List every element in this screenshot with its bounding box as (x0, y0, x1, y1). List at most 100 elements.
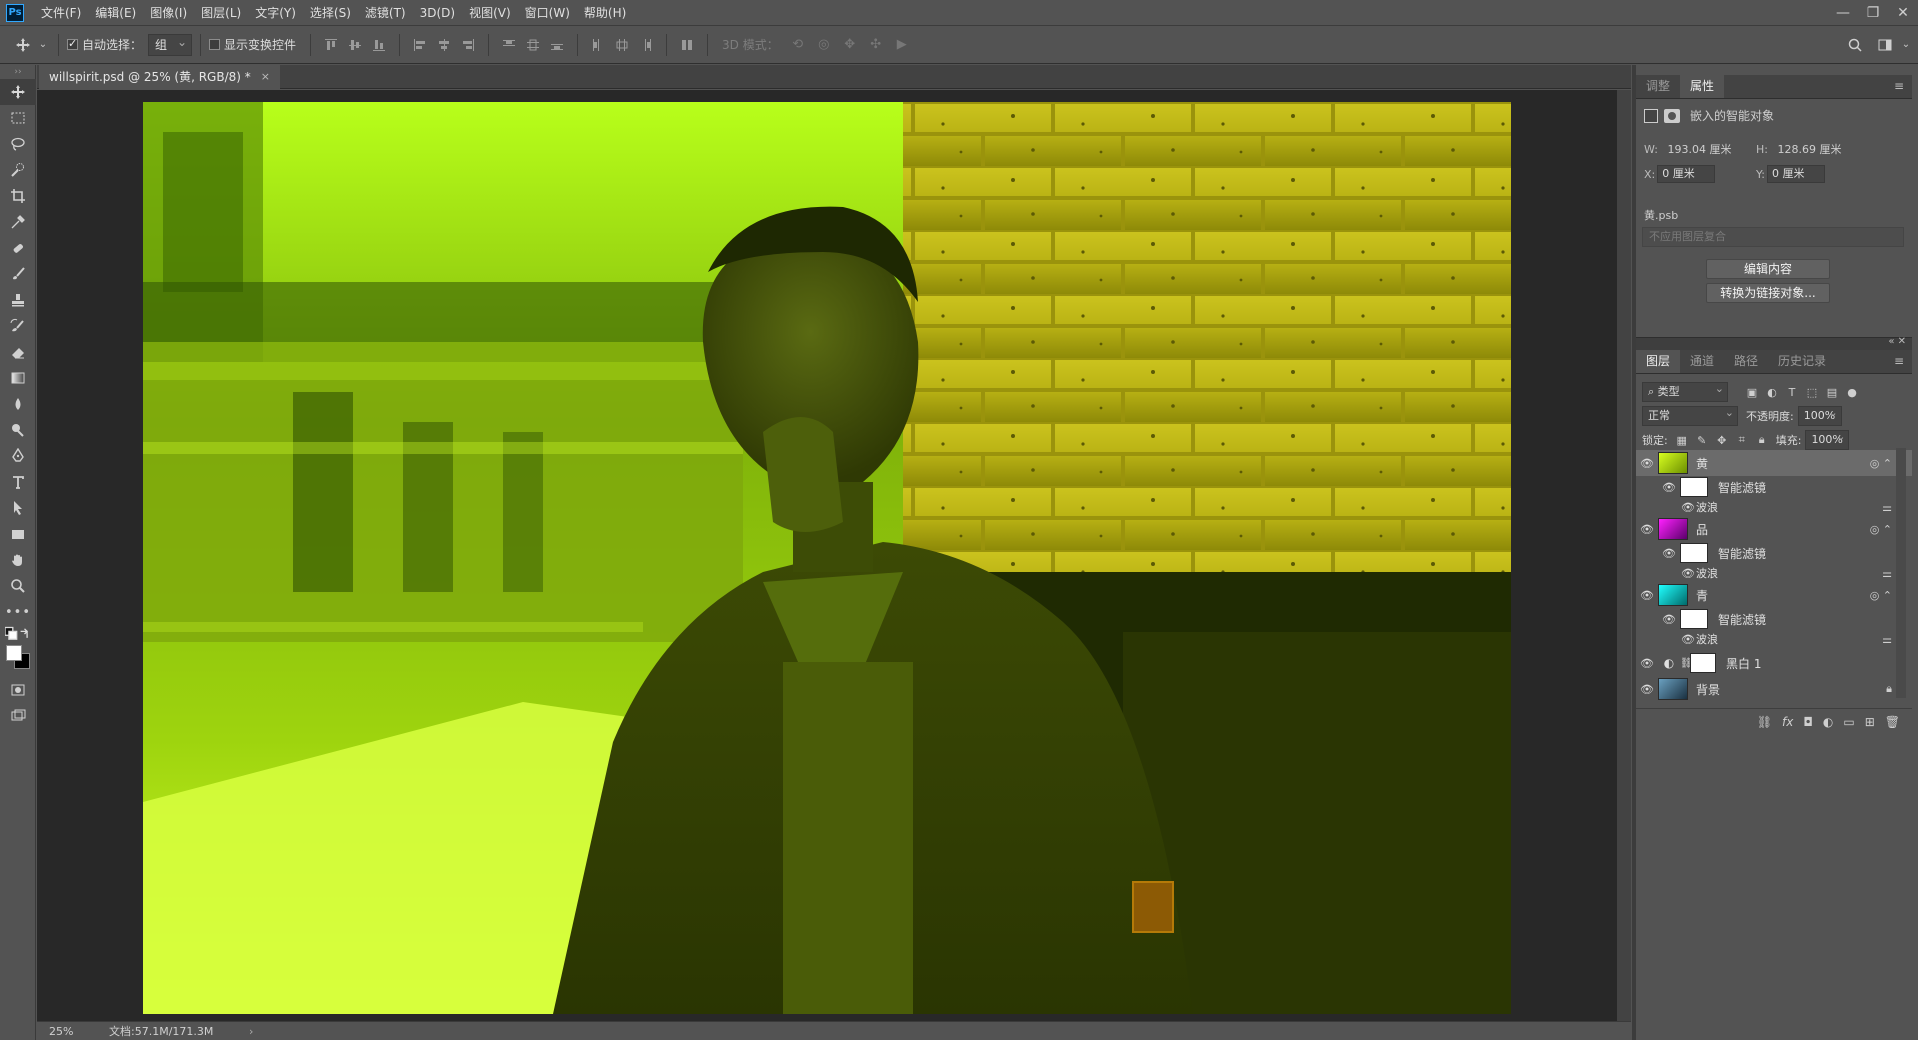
tab-properties[interactable]: 属性 (1680, 75, 1725, 98)
visibility-eye-icon[interactable]: 👁︎ (1636, 657, 1658, 670)
eyedropper-tool[interactable] (0, 209, 36, 235)
menu-view[interactable]: 视图(V) (462, 0, 518, 26)
tab-history[interactable]: 历史记录 (1768, 350, 1836, 373)
lock-transparent-icon[interactable]: ▦ (1672, 434, 1692, 447)
align-bottom-icon[interactable] (370, 36, 388, 54)
distribute-bottom-icon[interactable] (548, 36, 566, 54)
height-value[interactable]: 128.69 厘米 (1777, 143, 1841, 156)
align-top-icon[interactable] (322, 36, 340, 54)
y-input[interactable]: 0 厘米 (1766, 165, 1825, 183)
align-right-icon[interactable] (459, 36, 477, 54)
lasso-tool[interactable] (0, 131, 36, 157)
lock-image-icon[interactable]: ✎ (1692, 434, 1712, 447)
layer-row-cyan[interactable]: 👁︎ 青 ◎ ⌃ (1636, 582, 1912, 608)
new-adjustment-icon[interactable]: ◐ (1823, 715, 1833, 729)
visibility-eye-icon[interactable]: 👁︎ (1636, 683, 1658, 696)
filter-effect-row[interactable]: 👁︎ 波浪 ⚌ (1636, 498, 1912, 516)
opacity-input[interactable]: 100% (1797, 404, 1842, 426)
status-menu-arrow-icon[interactable]: › (249, 1025, 253, 1038)
foreground-color-swatch[interactable] (6, 645, 22, 661)
search-icon[interactable] (1844, 34, 1866, 56)
edit-contents-button[interactable]: 编辑内容 (1706, 259, 1830, 279)
filter-options-icon[interactable]: ⚌ (1882, 501, 1892, 514)
visibility-eye-icon[interactable]: 👁︎ (1658, 481, 1680, 494)
distribute-vcenter-icon[interactable] (524, 36, 542, 54)
smart-filter-row[interactable]: 👁︎ 智能滤镜 (1636, 542, 1912, 564)
smart-filter-row[interactable]: 👁︎ 智能滤镜 (1636, 608, 1912, 630)
type-tool[interactable] (0, 469, 36, 495)
filter-toggle-icon[interactable]: ● (1842, 386, 1862, 399)
document-tab[interactable]: willspirit.psd @ 25% (黄, RGB/8) * × (39, 65, 280, 89)
menu-edit[interactable]: 编辑(E) (88, 0, 143, 26)
filter-shape-icon[interactable]: ⬚ (1802, 386, 1822, 399)
workspace-icon[interactable] (1874, 34, 1896, 56)
3d-slide-icon[interactable]: ✣ (865, 34, 887, 56)
delete-layer-icon[interactable]: 🗑︎ (1885, 715, 1900, 729)
layer-name[interactable]: 品 (1696, 521, 1708, 538)
distribute-top-icon[interactable] (500, 36, 518, 54)
new-group-icon[interactable]: ▭ (1843, 715, 1854, 729)
dodge-tool[interactable] (0, 417, 36, 443)
3d-orbit-icon[interactable]: ⟲ (787, 34, 809, 56)
filter-mask-thumbnail[interactable] (1680, 477, 1708, 497)
smart-filter-toggle-icon[interactable]: ◎ ⌃ (1870, 523, 1892, 536)
screen-mode-icon[interactable] (0, 703, 36, 729)
eraser-tool[interactable] (0, 339, 36, 365)
panel-menu-icon[interactable]: ≡ (1894, 79, 1904, 93)
distribute-left-icon[interactable] (589, 36, 607, 54)
minimize-button[interactable]: — (1828, 0, 1858, 26)
align-vcenter-icon[interactable] (346, 36, 364, 54)
blur-tool[interactable] (0, 391, 36, 417)
layer-name[interactable]: 黄 (1696, 455, 1708, 472)
fill-input[interactable]: 100% (1805, 428, 1850, 450)
3d-scale-icon[interactable]: ▶ (891, 34, 913, 56)
marquee-tool[interactable] (0, 105, 36, 131)
add-mask-icon[interactable]: ◘ (1803, 715, 1813, 729)
filter-effect-row[interactable]: 👁︎ 波浪 ⚌ (1636, 564, 1912, 582)
move-tool-icon[interactable] (12, 34, 34, 56)
crop-tool[interactable] (0, 183, 36, 209)
filter-options-icon[interactable]: ⚌ (1882, 633, 1892, 646)
x-input[interactable]: 0 厘米 (1657, 165, 1716, 183)
filter-options-icon[interactable]: ⚌ (1882, 567, 1892, 580)
layer-mask-thumbnail[interactable] (1690, 653, 1716, 673)
auto-select-dropdown[interactable]: 组 (148, 32, 193, 56)
gradient-tool[interactable] (0, 365, 36, 391)
layer-name[interactable]: 黑白 1 (1726, 655, 1761, 672)
menu-file[interactable]: 文件(F) (34, 0, 88, 26)
tab-layers[interactable]: 图层 (1636, 350, 1681, 373)
fx-icon[interactable]: fx (1782, 715, 1793, 729)
color-swatches[interactable] (0, 643, 36, 677)
distribute-hcenter-icon[interactable] (613, 36, 631, 54)
show-transform-checkbox[interactable] (209, 39, 221, 50)
menu-window[interactable]: 窗口(W) (518, 0, 577, 26)
layer-name[interactable]: 背景 (1696, 681, 1720, 698)
align-hcenter-icon[interactable] (435, 36, 453, 54)
healing-brush-tool[interactable] (0, 235, 36, 261)
auto-align-icon[interactable] (678, 36, 696, 54)
filter-adjustment-icon[interactable]: ◐ (1762, 386, 1782, 399)
visibility-eye-icon[interactable]: 👁︎ (1680, 633, 1696, 646)
link-layers-icon[interactable]: ⛓︎ (1757, 715, 1772, 729)
quick-mask-icon[interactable] (0, 677, 36, 703)
width-value[interactable]: 193.04 厘米 (1667, 143, 1731, 156)
smart-filter-row[interactable]: 👁︎ 智能滤镜 (1636, 476, 1912, 498)
menu-image[interactable]: 图像(I) (143, 0, 194, 26)
chain-link-icon[interactable]: ⛓︎ (1680, 658, 1693, 669)
filter-smart-object-icon[interactable]: ▤ (1822, 386, 1842, 399)
menu-filter[interactable]: 滤镜(T) (358, 0, 413, 26)
filter-mask-thumbnail[interactable] (1680, 543, 1708, 563)
visibility-eye-icon[interactable]: 👁︎ (1636, 589, 1658, 602)
visibility-eye-icon[interactable]: 👁︎ (1680, 501, 1696, 514)
filter-effect-row[interactable]: 👁︎ 波浪 ⚌ (1636, 630, 1912, 648)
smart-filter-toggle-icon[interactable]: ◎ ⌃ (1870, 457, 1892, 470)
tool-preset-chevron-icon[interactable]: ⌄ (38, 34, 48, 56)
lock-artboard-icon[interactable]: ⌗ (1732, 433, 1752, 447)
tab-channels[interactable]: 通道 (1680, 350, 1724, 373)
lock-all-icon[interactable]: 🔒︎ (1752, 433, 1772, 447)
visibility-eye-icon[interactable]: 👁︎ (1658, 547, 1680, 560)
document-image[interactable] (143, 102, 1511, 1014)
visibility-eye-icon[interactable]: 👁︎ (1658, 613, 1680, 626)
brush-tool[interactable] (0, 261, 36, 287)
layer-row-yellow[interactable]: 👁︎ 黄 ◎ ⌃ (1636, 450, 1912, 476)
